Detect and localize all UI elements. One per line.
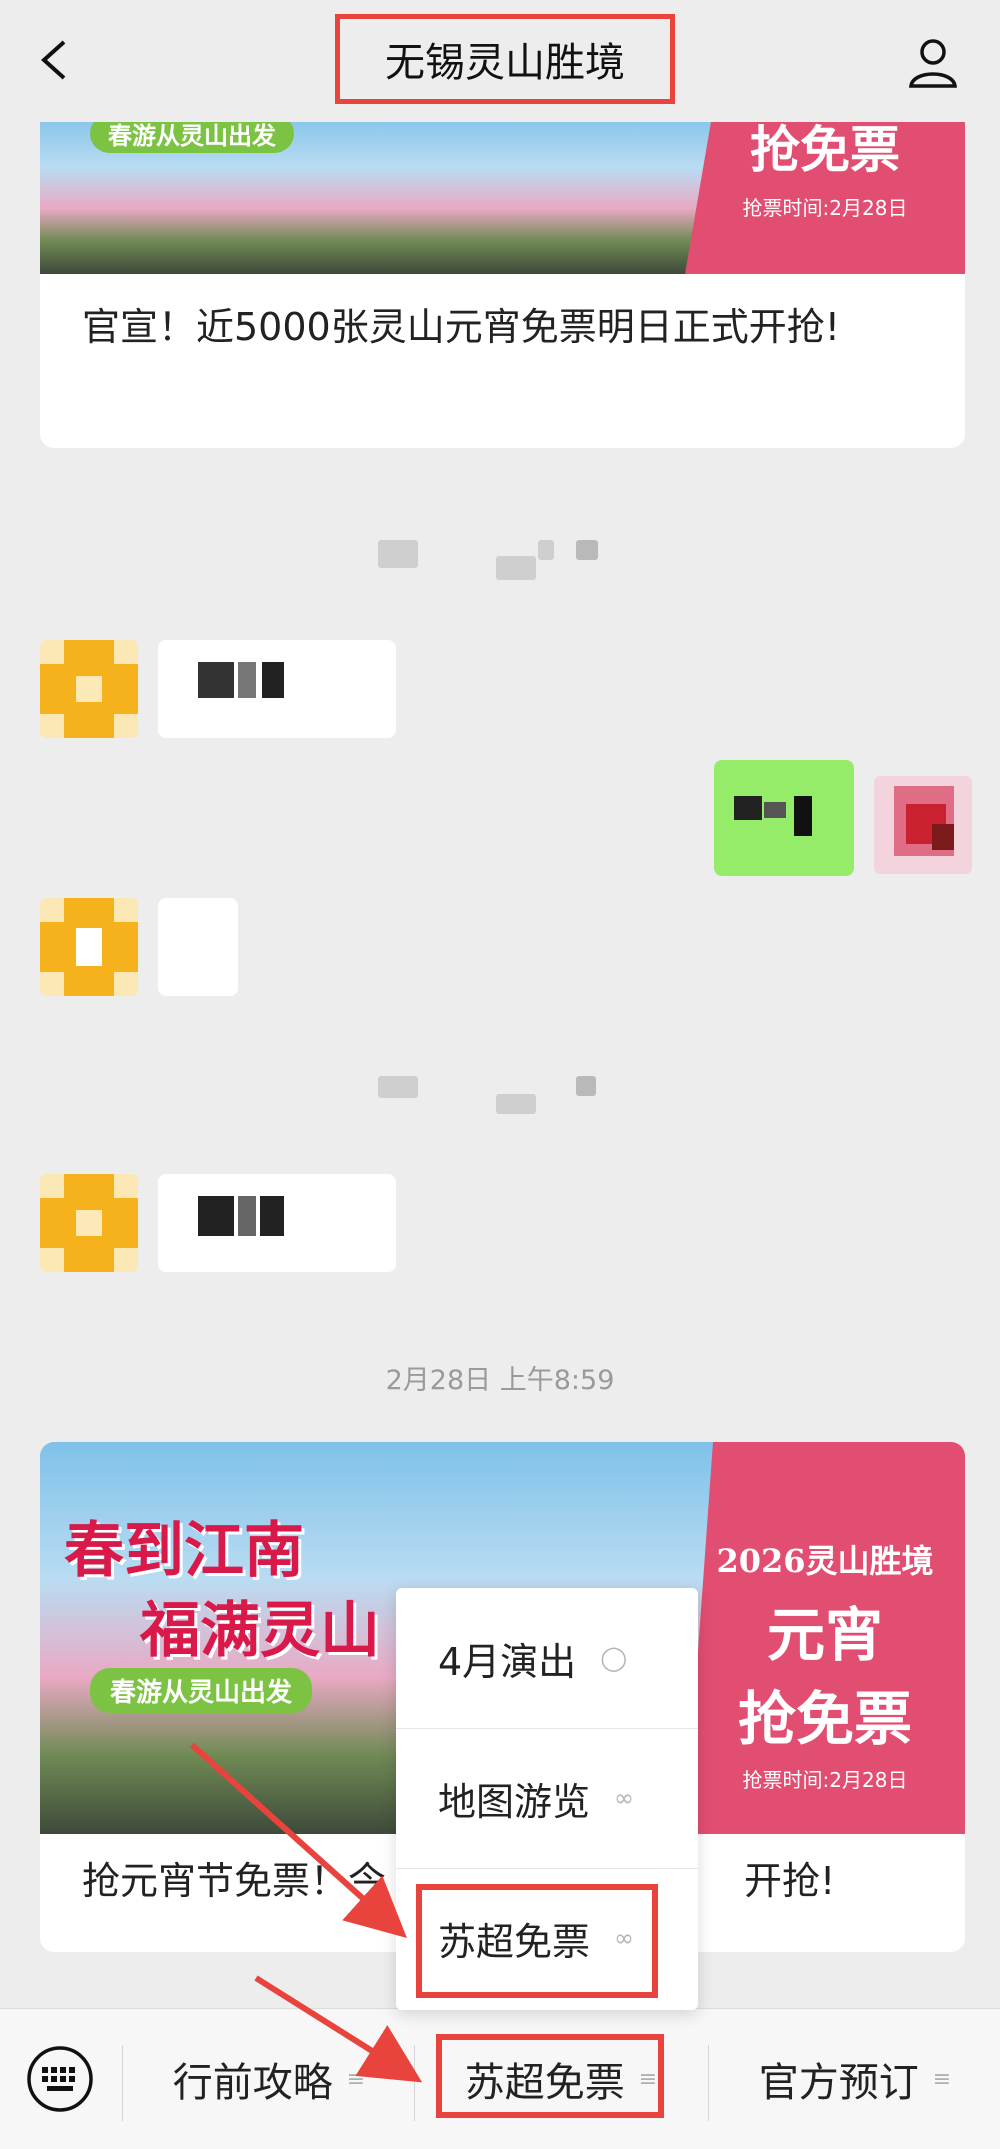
blurred-text [794,796,812,836]
blurred-text [576,540,598,560]
blurred-text [496,556,536,580]
avatar[interactable] [40,640,138,738]
highlight-box [416,1884,658,1998]
banner-headline: 福满灵山 [140,1596,380,1666]
mini-program-icon: ∞ [614,1784,635,1812]
banner-headline: 春到江南 [64,1516,304,1586]
divider [122,2045,123,2121]
user-icon[interactable] [905,34,961,90]
submenu-item-label: 地图游览 [438,1779,591,1824]
banner-slogan: 春游从灵山出发 [90,1668,313,1713]
banner-pink-panel: 2026灵山胜境 元宵 抢免票 抢票时间:2月28日 [685,1442,965,1834]
banner-time: 抢票时间:2月28日 [742,196,908,220]
message-bubble[interactable] [158,898,238,996]
blurred-text [198,662,234,698]
menu-item-travel-guide[interactable]: 行前攻略 ≡ [124,2009,414,2149]
divider [414,2045,415,2121]
menu-item-label: 行前攻略 [172,2060,333,2106]
banner-time: 抢票时间:2月28日 [742,1768,908,1792]
message-bubble[interactable] [158,1174,396,1272]
banner-pink-panel: 抢免票 抢票时间:2月28日 [685,110,965,274]
chat-timestamp: 2月28日 上午8:59 [385,1365,615,1396]
banner-year: 2026灵山胜境 [716,1542,934,1580]
blurred-text [378,1076,418,1098]
blurred-text [238,1196,256,1236]
blurred-text [378,540,418,568]
menu-item-label: 官方预订 [758,2060,919,2106]
blurred-text [734,796,762,820]
submenu-lines-icon: ≡ [932,2066,952,2092]
article-title-part: 开抢! [744,1859,836,1903]
divider [708,2045,709,2121]
avatar[interactable] [40,898,138,996]
article-title: 官宣！近5000张灵山元宵免票明日正式开抢! [82,305,840,349]
top-nav-bar: 无锡灵山胜境 [0,0,1000,122]
blurred-text [262,662,284,698]
blurred-text [260,1196,284,1236]
submenu-item-map-tour[interactable]: 地图游览 ∞ [396,1728,698,1868]
banner-line: 抢免票 [737,1685,912,1753]
submenu-item-april-shows[interactable]: 4月演出 ◯ [396,1588,698,1728]
article-banner: 春游从灵山出发 抢免票 抢票时间:2月28日 [40,110,965,274]
submenu-item-label: 4月演出 [438,1639,577,1684]
avatar[interactable] [874,776,972,874]
blurred-text [238,662,256,698]
blurred-text [538,540,554,560]
page-title: 无锡灵山胜境 [335,14,675,104]
article-card[interactable]: 春游从灵山出发 抢免票 抢票时间:2月28日 官宣！近5000张灵山元宵免票明日… [40,110,965,448]
banner-line: 元宵 [766,1601,883,1669]
menu-item-official-booking[interactable]: 官方预订 ≡ [710,2009,1000,2149]
blurred-text [496,1094,536,1114]
article-title-part: 抢元宵节免票！今 [82,1859,387,1903]
message-bubble[interactable] [158,640,396,738]
blurred-text [764,802,786,818]
chevron-left-icon[interactable] [34,38,78,82]
chat-bubble-icon: ◯ [600,1644,628,1672]
submenu-lines-icon: ≡ [346,2066,366,2092]
sent-message-bubble[interactable] [714,760,854,876]
blurred-text [576,1076,596,1096]
highlight-box [436,2034,664,2118]
avatar[interactable] [40,1174,138,1272]
keyboard-icon[interactable] [26,2045,94,2113]
blurred-text [198,1196,234,1236]
